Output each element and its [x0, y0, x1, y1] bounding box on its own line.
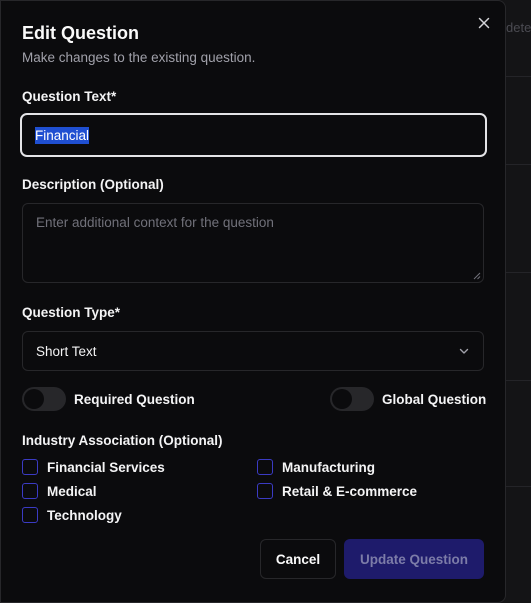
checkbox[interactable] — [22, 459, 38, 475]
update-question-button[interactable]: Update Question — [344, 539, 484, 579]
global-question-switch[interactable] — [330, 387, 374, 411]
question-text-label: Question Text* — [22, 89, 117, 104]
description-placeholder: Enter additional context for the questio… — [36, 215, 274, 230]
close-button[interactable] — [475, 14, 493, 32]
question-type-value: Short Text — [36, 343, 97, 359]
question-type-label: Question Type* — [22, 305, 121, 320]
x-close-icon[interactable] — [478, 17, 490, 29]
industry-option-financial-services[interactable]: Financial Services — [22, 459, 165, 475]
global-question-toggle-row: Global Question — [330, 387, 486, 411]
checkbox[interactable] — [22, 483, 38, 499]
checkbox[interactable] — [257, 459, 273, 475]
required-question-toggle-row: Required Question — [22, 387, 195, 411]
global-question-label: Global Question — [382, 391, 487, 407]
required-question-switch[interactable] — [22, 387, 66, 411]
chevron-down-icon — [459, 348, 469, 354]
description-label: Description (Optional) — [22, 177, 164, 192]
industry-option-label: Manufacturing — [282, 459, 375, 475]
cancel-button[interactable]: Cancel — [260, 539, 336, 579]
dialog-subtitle: Make changes to the existing question. — [22, 50, 256, 65]
industry-option-label: Financial Services — [47, 459, 165, 475]
checkbox[interactable] — [22, 507, 38, 523]
industry-option-label: Technology — [47, 507, 122, 523]
switch-knob — [24, 389, 44, 409]
question-text-value[interactable]: Financial — [35, 126, 90, 144]
checkbox[interactable] — [257, 483, 273, 499]
dialog-title: Edit Question — [22, 23, 139, 43]
industry-option-technology[interactable]: Technology — [22, 507, 122, 523]
description-textarea[interactable]: Enter additional context for the questio… — [22, 203, 484, 283]
industry-option-label: Medical — [47, 483, 97, 499]
industry-option-retail-ecommerce[interactable]: Retail & E-commerce — [257, 483, 417, 499]
industry-option-label: Retail & E-commerce — [282, 483, 418, 499]
question-type-select[interactable]: Short Text — [22, 331, 484, 371]
edit-question-dialog: Edit Question Make changes to the existi… — [0, 0, 506, 603]
industry-association-label: Industry Association (Optional) — [22, 433, 223, 448]
switch-knob — [332, 389, 352, 409]
background-text: dete — [506, 20, 531, 35]
required-question-label: Required Question — [74, 391, 195, 407]
industry-option-medical[interactable]: Medical — [22, 483, 97, 499]
resize-grip-icon[interactable] — [473, 272, 481, 280]
industry-option-manufacturing[interactable]: Manufacturing — [257, 459, 375, 475]
question-text-input[interactable]: Financial — [20, 113, 487, 157]
